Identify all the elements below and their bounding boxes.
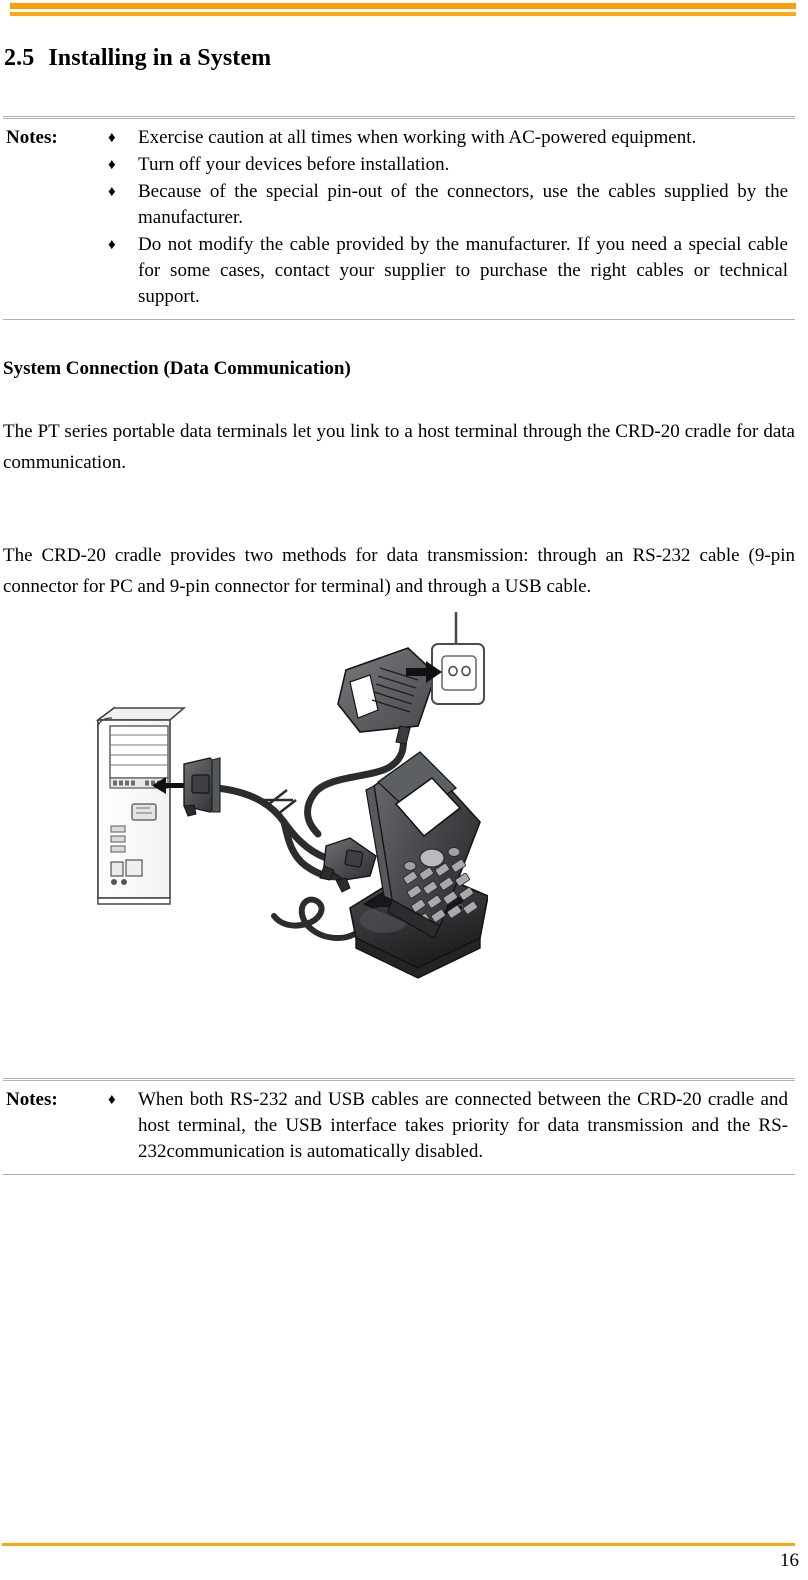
note-item: ♦ When both RS-232 and USB cables are co… xyxy=(108,1087,788,1165)
notes-label: Notes: xyxy=(6,127,58,148)
notes-block-bottom: Notes: ♦ When both RS-232 and USB cables… xyxy=(3,1078,795,1175)
wall-outlet xyxy=(431,612,485,705)
diamond-bullet-icon: ♦ xyxy=(108,237,116,253)
notes-label: Notes: xyxy=(6,1089,58,1110)
note-text: Turn off your devices before installatio… xyxy=(138,154,450,175)
body-paragraph-2: The CRD-20 cradle provides two methods f… xyxy=(3,545,795,597)
diamond-bullet-icon: ♦ xyxy=(108,130,116,146)
pc-tower xyxy=(95,706,187,905)
section-number: 2.5 xyxy=(4,45,35,71)
page-title: 2.5 Installing in a System xyxy=(4,45,271,72)
header-bar-thin xyxy=(10,12,796,16)
page-number: 16 xyxy=(780,1550,799,1571)
note-text: Do not modify the cable provided by the … xyxy=(138,234,788,307)
notes-list-bottom: ♦ When both RS-232 and USB cables are co… xyxy=(108,1087,795,1166)
note-item: ♦ Turn off your devices before installat… xyxy=(108,152,788,178)
note-text: Exercise caution at all times when worki… xyxy=(138,127,697,148)
header-decoration xyxy=(10,3,796,16)
power-adapter xyxy=(337,647,438,745)
notes-list-top: ♦ Exercise caution at all times when wor… xyxy=(108,125,795,311)
body-paragraph-1: The PT series portable data terminals le… xyxy=(3,421,795,473)
note-text: When both RS-232 and USB cables are conn… xyxy=(138,1089,788,1162)
diamond-bullet-icon: ♦ xyxy=(108,157,116,173)
diamond-bullet-icon: ♦ xyxy=(108,1092,116,1108)
footer-decoration xyxy=(2,1543,795,1546)
serial-connector xyxy=(183,757,221,817)
note-item: ♦ Do not modify the cable provided by th… xyxy=(108,232,788,310)
notes-block-top: Notes: ♦ Exercise caution at all times w… xyxy=(3,116,795,320)
diamond-bullet-icon: ♦ xyxy=(108,184,116,200)
system-connection-figure xyxy=(88,608,488,990)
note-item: ♦ Exercise caution at all times when wor… xyxy=(108,125,788,151)
cradle-connector xyxy=(319,837,377,893)
note-text: Because of the special pin-out of the co… xyxy=(138,181,788,228)
note-item: ♦ Because of the special pin-out of the … xyxy=(108,179,788,231)
subsection-heading: System Connection (Data Communication) xyxy=(3,358,351,379)
section-title-text: Installing in a System xyxy=(48,45,272,71)
